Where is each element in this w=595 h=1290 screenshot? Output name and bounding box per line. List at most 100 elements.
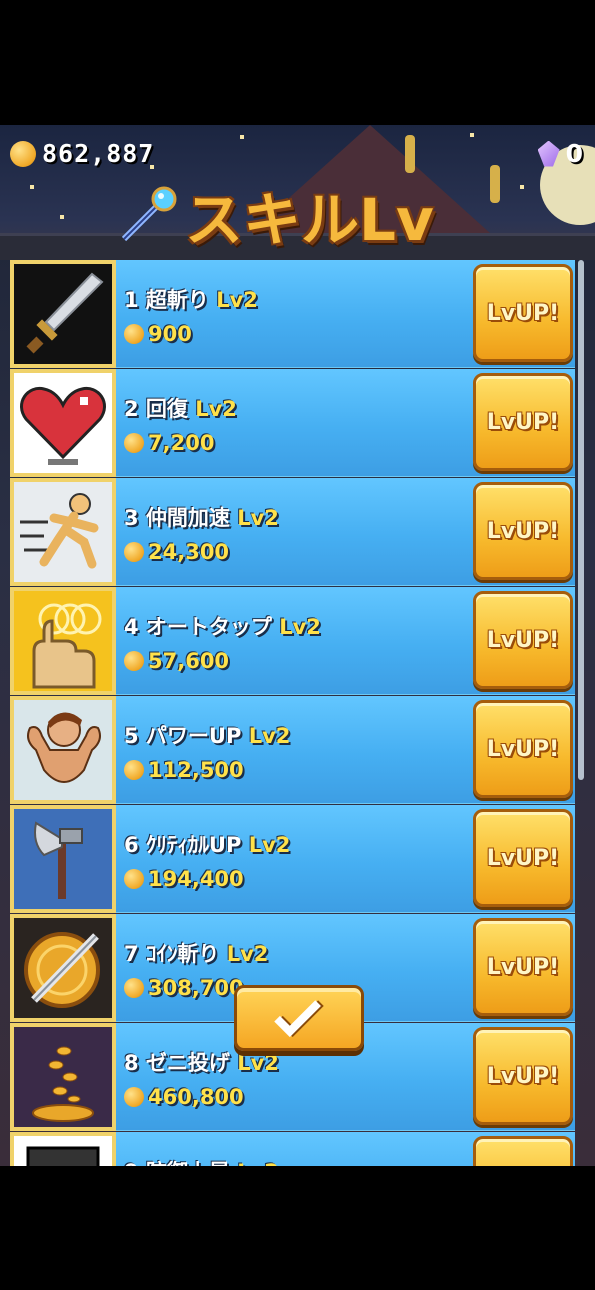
skill-cost: 57,600 (124, 649, 321, 673)
lvup-button[interactable]: LvUP! (473, 591, 573, 689)
skill-cost: 460,800 (124, 1085, 279, 1109)
header-scene: 862,887 0 スキルLv (0, 125, 595, 260)
skill-row: 6 ｸﾘﾃｨｶﾙUP Lv2 194,400 LvUP! (10, 805, 575, 914)
game-screen: 862,887 0 スキルLv 1 超斬り Lv2 900 LvUP! 2 回復 Lv… (0, 125, 595, 1166)
coin-icon (124, 542, 144, 562)
checkmark-icon (274, 990, 321, 1038)
lvup-label: LvUP! (486, 627, 560, 653)
skill-name: 1 超斬り Lv2 (124, 284, 258, 314)
skill-cost: 900 (124, 322, 258, 346)
page-title: スキルLv (185, 186, 434, 254)
cost-value: 112,500 (148, 758, 244, 782)
skill-title: 5 パワーUP (124, 724, 249, 748)
skill-name: 2 回復 Lv2 (124, 393, 237, 423)
coin-icon (124, 760, 144, 780)
cost-value: 460,800 (148, 1085, 244, 1109)
skill-row: 3 仲間加速 Lv2 24,300 LvUP! (10, 478, 575, 587)
coin-counter: 862,887 (10, 139, 154, 168)
skill-cost: 112,500 (124, 758, 290, 782)
skill-icon-frame (10, 369, 116, 477)
skill-icon-frame (10, 696, 116, 804)
lvup-button[interactable]: LvUP! (473, 700, 573, 798)
coin-icon (124, 433, 144, 453)
cost-value: 308,700 (148, 976, 244, 1000)
gem-amount: 0 (565, 139, 583, 168)
skill-title: 3 仲間加速 (124, 506, 238, 530)
running-man-icon (14, 482, 112, 582)
skill-title: 6 ｸﾘﾃｨｶﾙUP (124, 833, 249, 857)
cost-value: 57,600 (148, 649, 230, 673)
lvup-label: LvUP! (486, 736, 560, 762)
coin-sword-icon (14, 918, 112, 1018)
skill-level: Lv2 (248, 833, 291, 857)
muscle-man-icon (14, 700, 112, 800)
lvup-label: LvUP! (486, 845, 560, 871)
skill-icon-frame (10, 478, 116, 586)
lvup-label: LvUP! (486, 409, 560, 435)
skill-icon-frame (10, 260, 116, 368)
skill-name: 4 オートタップ Lv2 (124, 611, 321, 641)
lantern-icon (490, 165, 500, 203)
skill-title: 7 ｺｲﾝ斬り (124, 942, 227, 966)
lantern-icon (405, 135, 415, 173)
skill-icon-frame (10, 587, 116, 695)
skill-level: Lv2 (248, 724, 291, 748)
gem-icon (537, 140, 560, 167)
skill-name: 9 防御上昇 Lv2 (124, 1156, 279, 1166)
skill-icon-frame (10, 1132, 116, 1166)
skill-row: 1 超斬り Lv2 900 LvUP! (10, 260, 575, 369)
lvup-button[interactable]: LvUP! (473, 1136, 573, 1166)
skill-cost: 24,300 (124, 540, 279, 564)
coin-icon (124, 1087, 144, 1107)
coin-icon (10, 140, 36, 167)
skill-icon-frame (10, 914, 116, 1022)
wand-icon (121, 186, 177, 242)
bottom-letterbox (0, 1166, 595, 1290)
skill-level: Lv2 (195, 397, 237, 421)
skill-name: 8 ゼニ投げ Lv2 (124, 1047, 279, 1077)
skill-level: Lv2 (216, 288, 258, 312)
skill-level: Lv2 (226, 942, 269, 966)
cost-value: 194,400 (148, 867, 244, 891)
scrollbar[interactable] (578, 260, 584, 780)
skill-name: 3 仲間加速 Lv2 (124, 502, 279, 532)
lvup-button[interactable]: LvUP! (473, 482, 573, 580)
cost-value: 7,200 (148, 431, 215, 455)
lvup-button[interactable]: LvUP! (473, 264, 573, 362)
lvup-button[interactable]: LvUP! (473, 918, 573, 1016)
coin-icon (124, 651, 144, 671)
shield-icon (14, 1136, 112, 1166)
lvup-button[interactable]: LvUP! (473, 809, 573, 907)
sword-icon (14, 264, 112, 364)
skill-level: Lv2 (279, 615, 321, 639)
skill-title: 1 超斬り (124, 288, 217, 312)
skill-title: 4 オートタップ (124, 615, 280, 639)
skill-icon-frame (10, 1023, 116, 1131)
lvup-button[interactable]: LvUP! (473, 373, 573, 471)
lvup-label: LvUP! (486, 1063, 560, 1089)
skill-row: 4 オートタップ Lv2 57,600 LvUP! (10, 587, 575, 696)
lvup-label: LvUP! (486, 518, 560, 544)
lvup-button[interactable]: LvUP! (473, 1027, 573, 1125)
tap-hand-icon (14, 591, 112, 691)
skill-level: Lv2 (237, 1051, 279, 1075)
skill-name: 6 ｸﾘﾃｨｶﾙUP Lv2 (124, 829, 290, 859)
cost-value: 24,300 (148, 540, 230, 564)
coin-icon (124, 869, 144, 889)
gem-counter: 0 (537, 139, 583, 168)
skill-name: 7 ｺｲﾝ斬り Lv2 (124, 938, 268, 968)
heart-icon (14, 373, 112, 473)
coin-amount: 862,887 (42, 139, 155, 168)
skill-row: 2 回復 Lv2 7,200 LvUP! (10, 369, 575, 478)
coin-icon (124, 324, 144, 344)
skill-level: Lv2 (237, 506, 279, 530)
skill-title: 2 回復 (124, 397, 196, 421)
confirm-button[interactable] (234, 985, 364, 1051)
skill-title: 8 ゼニ投げ (124, 1051, 238, 1075)
lvup-label: LvUP! (486, 954, 560, 980)
top-letterbox (0, 0, 595, 125)
cost-value: 900 (148, 322, 192, 346)
coin-icon (124, 978, 144, 998)
skill-cost: 7,200 (124, 431, 237, 455)
skill-row: 9 防御上昇 Lv2 LvUP! (10, 1132, 575, 1166)
